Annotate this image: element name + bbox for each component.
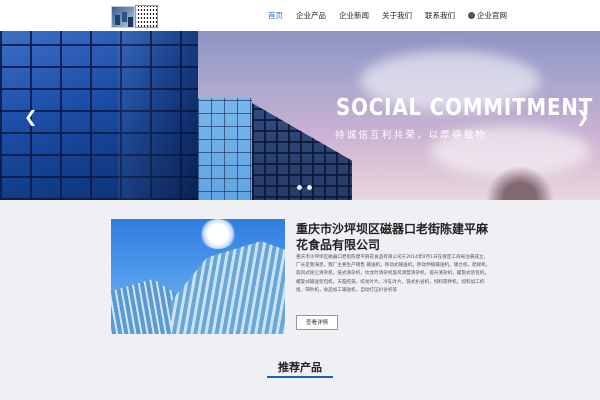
- banner-building-image: [198, 98, 252, 200]
- company-title: 重庆市沙坪坝区磁器口老街陈建平麻花食品有限公司: [296, 222, 489, 252]
- company-description: 重庆市沙坪坝区磁器口老街陈建平麻花食品有限公司于2014年9月1日在保定工商局注…: [296, 255, 491, 293]
- company-building-image: [111, 219, 285, 334]
- nav-item-about[interactable]: 关于我们: [382, 0, 412, 31]
- prev-slide-arrow-icon[interactable]: ❮: [24, 109, 37, 125]
- products-title-underline: [267, 376, 333, 378]
- hero-banner: SOCIAL COMMITMENT 持诚信互利共荣，以厚德载物 ❮ ❯: [0, 31, 600, 200]
- nav-item-official-site[interactable]: 企业官网: [468, 0, 507, 31]
- slide-dot[interactable]: [307, 185, 312, 190]
- nav-item-products[interactable]: 企业产品: [296, 0, 326, 31]
- nav-item-news[interactable]: 企业新闻: [339, 0, 369, 31]
- globe-icon: [468, 12, 475, 19]
- main-nav: 首页 企业产品 企业新闻 关于我们 联系我们 企业官网: [268, 0, 520, 31]
- slide-indicator: [297, 185, 317, 190]
- nav-item-home[interactable]: 首页: [268, 0, 283, 31]
- nav-item-contact[interactable]: 联系我们: [425, 0, 455, 31]
- slide-dot[interactable]: [297, 185, 302, 190]
- company-logo[interactable]: [111, 6, 135, 28]
- banner-headline: SOCIAL COMMITMENT: [336, 95, 594, 121]
- nav-item-official-site-label: 企业官网: [477, 11, 507, 20]
- banner-subline: 持诚信互利共荣，以厚德载物: [335, 130, 488, 141]
- view-details-button[interactable]: 查看详情: [296, 315, 338, 330]
- qr-code-image: [135, 5, 158, 28]
- banner-tree-image: [480, 160, 560, 200]
- products-section-title: 推荐产品: [278, 361, 322, 374]
- next-slide-arrow-icon[interactable]: ❯: [576, 109, 589, 125]
- site-header: 首页 企业产品 企业新闻 关于我们 联系我们 企业官网: [0, 0, 600, 31]
